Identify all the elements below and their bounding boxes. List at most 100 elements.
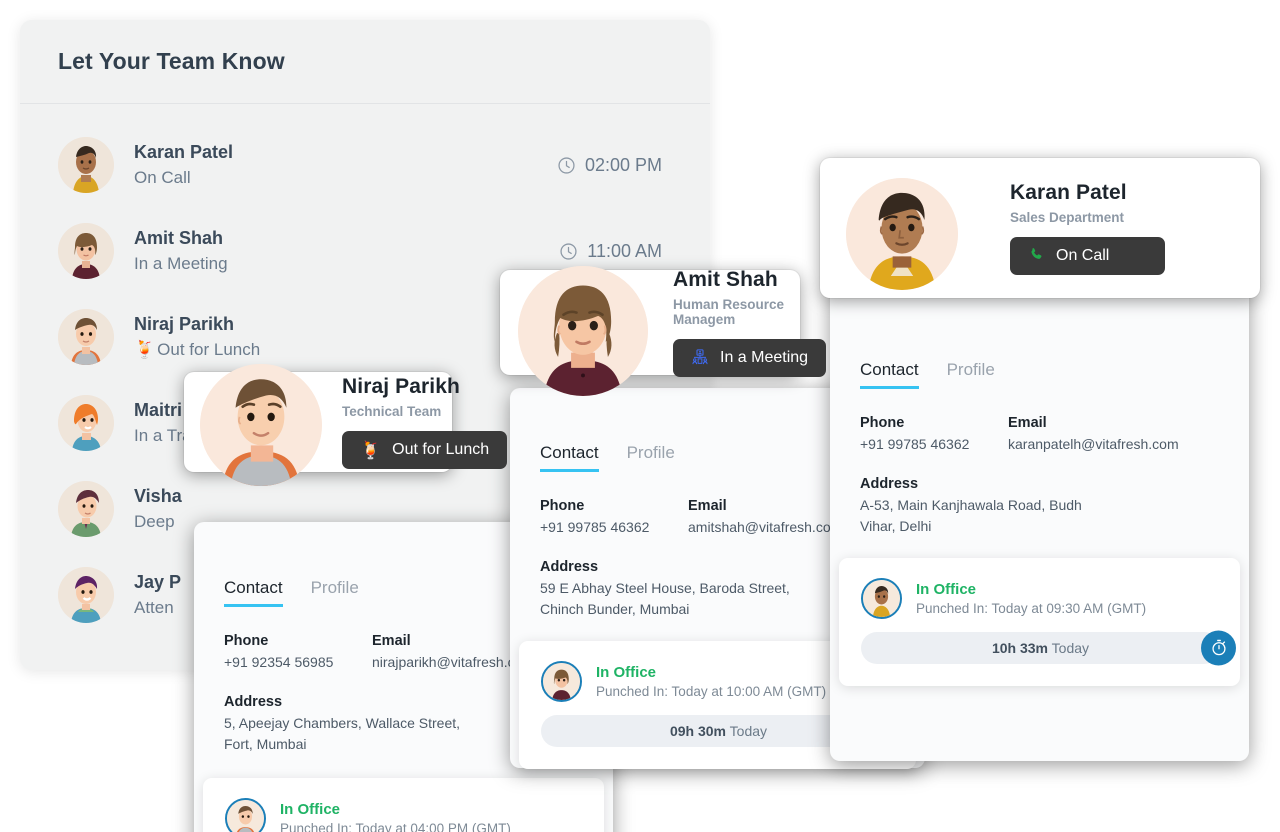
status-button[interactable]: In a Meeting — [673, 339, 827, 377]
list-item-status-text: Atten — [134, 598, 174, 618]
list-item-name: Karan Patel — [134, 142, 234, 163]
phone-label: Phone — [540, 498, 585, 514]
clock-icon — [560, 242, 577, 260]
profile-header-meta: Niraj Parikh Technical Team 🍹 Out for Lu… — [342, 375, 508, 469]
status-badge: In Office — [596, 663, 657, 681]
avatar — [58, 309, 114, 365]
status-button[interactable]: On Call — [1010, 237, 1165, 275]
phone-value: +91 99785 46362 — [860, 436, 970, 452]
email-field: Email amitshah@vitafresh.com — [688, 498, 842, 537]
clock-icon — [558, 156, 575, 174]
list-item-name: Amit Shah — [134, 228, 224, 249]
phone-value: +91 92354 56985 — [224, 654, 334, 670]
email-value: karanpatelh@vitafresh.com — [1008, 436, 1179, 452]
phone-label: Phone — [224, 633, 269, 649]
avatar — [861, 577, 902, 619]
avatar — [58, 223, 114, 279]
punched-in-text: Punched In: Today at 10:00 AM (GMT) — [596, 683, 827, 699]
duration-suffix: Today — [726, 722, 768, 739]
cocktail-icon: 🍹 — [134, 340, 156, 360]
list-item-status: On Call — [134, 165, 557, 191]
cocktail-icon: 🍹 — [360, 440, 382, 460]
address-line-2: Vihar, Delhi — [860, 517, 932, 534]
list-item-status-text: Deep — [134, 512, 175, 532]
profile-header-meta: Karan Patel Sales Department On Call — [1010, 181, 1165, 275]
avatar-large — [846, 178, 958, 290]
office-status-meta: In Office Punched In: Today at 04:00 PM … — [280, 801, 511, 832]
office-status-meta: In Office Punched In: Today at 10:00 AM … — [596, 664, 826, 699]
tab-profile[interactable]: Profile — [311, 578, 359, 607]
panel-header: Let Your Team Know — [20, 20, 710, 104]
tab-contact[interactable]: Contact — [224, 578, 283, 607]
list-item-status-text: In a Tra — [134, 426, 192, 446]
avatar — [58, 567, 114, 623]
duration-suffix: Today — [1048, 639, 1090, 656]
tab-profile[interactable]: Profile — [947, 360, 995, 389]
page-title: Let Your Team Know — [58, 48, 285, 74]
profile-department: Sales Department — [1010, 210, 1125, 225]
profile-name: Niraj Parikh — [342, 375, 460, 398]
list-item-status: In a Meeting — [134, 251, 559, 277]
list-item-meta: Amit Shah In a Meeting — [134, 225, 559, 277]
address-line-1: A-53, Main Kanjhawala Road, Budh — [860, 497, 1082, 514]
detail-panel: Contact Profile Phone +91 99785 46362 Em… — [830, 286, 1249, 761]
email-label: Email — [688, 498, 727, 514]
avatar — [541, 660, 582, 702]
timer-button[interactable] — [1201, 630, 1236, 666]
list-item-meta: Karan Patel On Call — [134, 139, 557, 191]
duration-value: 10h 33m — [991, 639, 1049, 656]
status-button[interactable]: 🍹 Out for Lunch — [342, 431, 508, 469]
profile-department: Technical Team — [342, 404, 442, 419]
email-field: Email karanpatelh@vitafresh.com — [1008, 415, 1179, 454]
avatar-large — [200, 364, 322, 486]
avatar — [225, 797, 266, 832]
screen-root: Let Your Team Know Karan Patel On Call 0… — [0, 0, 1280, 832]
tab-contact[interactable]: Contact — [540, 443, 599, 472]
avatar — [58, 137, 114, 193]
list-item-time-text: 11:00 AM — [587, 240, 662, 261]
list-item[interactable]: Karan Patel On Call 02:00 PM — [20, 122, 710, 208]
phone-field: Phone +91 99785 46362 — [540, 498, 688, 537]
duration-text: 10h 33m Today — [992, 640, 1089, 656]
status-button-label: On Call — [1056, 247, 1110, 264]
phone-icon — [1028, 246, 1045, 266]
list-item-status-text: On Call — [134, 168, 191, 188]
duration-text: 09h 30m Today — [670, 723, 767, 739]
people-meeting-icon — [691, 348, 709, 369]
profile-name: Karan Patel — [1010, 181, 1127, 204]
status-badge: In Office — [280, 800, 341, 818]
email-value: amitshah@vitafresh.com — [688, 519, 843, 535]
profile-name: Amit Shah — [673, 268, 778, 291]
address-field: Address A-53, Main Kanjhawala Road, Budh… — [860, 476, 1219, 536]
status-badge: In Office — [916, 580, 977, 598]
address-label: Address — [860, 476, 919, 493]
contact-fields: Phone +91 99785 46362 Email karanpatelh@… — [860, 415, 1219, 454]
list-item-time: 02:00 PM — [557, 155, 672, 176]
profile-card-amit: Contact Profile Phone +91 99785 46362 Em… — [500, 266, 925, 769]
phone-value: +91 99785 46362 — [540, 519, 650, 535]
phone-label: Phone — [860, 415, 905, 431]
profile-department: Human Resource Managem — [673, 297, 785, 327]
status-button-label: Out for Lunch — [392, 441, 490, 458]
list-item-status-text: Out for Lunch — [157, 340, 261, 360]
office-status-top: In Office Punched In: Today at 09:30 AM … — [861, 577, 1218, 619]
profile-card-niraj: Contact Profile Phone +91 92354 56985 Em… — [184, 364, 613, 832]
office-status-card: In Office Punched In: Today at 04:00 PM … — [203, 777, 604, 832]
email-label: Email — [1008, 415, 1047, 431]
avatar-large — [518, 266, 648, 396]
duration-value: 09h 30m — [669, 722, 727, 739]
tab-contact[interactable]: Contact — [860, 360, 919, 389]
punched-in-text: Punched In: Today at 09:30 AM (GMT) — [916, 600, 1147, 616]
list-item-status-text: In a Meeting — [134, 254, 228, 274]
stopwatch-icon — [1211, 640, 1226, 656]
profile-header-meta: Amit Shah Human Resource Managem In a Me… — [673, 268, 827, 377]
phone-field: Phone +91 99785 46362 — [860, 415, 1008, 454]
profile-card-karan: Contact Profile Phone +91 99785 46362 Em… — [820, 158, 1260, 761]
office-status-top: In Office Punched In: Today at 04:00 PM … — [225, 797, 582, 832]
avatar — [58, 481, 114, 537]
duration-bar: 10h 33m Today — [861, 630, 1236, 666]
detail-tabs: Contact Profile — [860, 360, 1219, 389]
list-item-time-text: 02:00 PM — [584, 154, 662, 175]
tab-profile[interactable]: Profile — [627, 443, 675, 472]
list-item-time: 11:00 AM — [559, 241, 672, 262]
